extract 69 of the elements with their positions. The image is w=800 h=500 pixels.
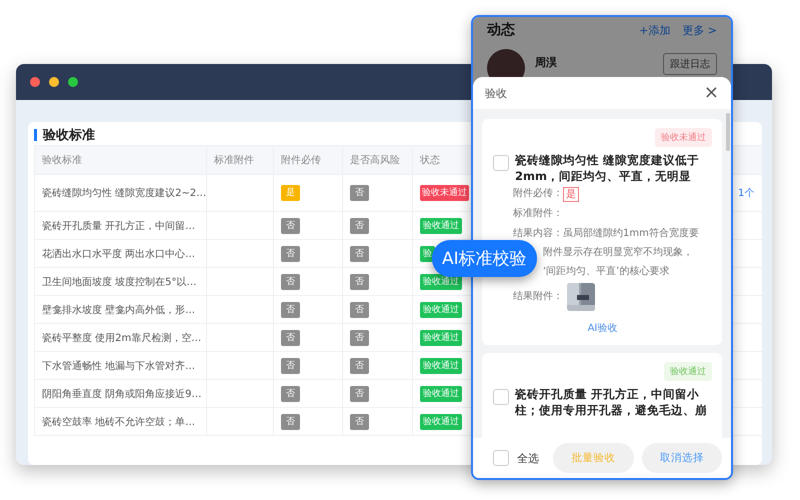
table-cell: 壁龛排水坡度 壁龛内高外低，形… bbox=[34, 296, 206, 324]
column-header: 标准附件 bbox=[206, 146, 274, 174]
yes-no-tag: 否 bbox=[281, 330, 300, 346]
checkbox[interactable] bbox=[493, 450, 509, 466]
yes-no-tag: 否 bbox=[350, 246, 369, 262]
status-tag: 验收未通过 bbox=[420, 185, 469, 201]
close-dot[interactable] bbox=[30, 77, 40, 87]
yes-no-tag: 否 bbox=[281, 386, 300, 402]
table-cell: 卫生间地面坡度 坡度控制在5°以… bbox=[34, 268, 206, 296]
column-header: 是否高风险 bbox=[342, 146, 412, 174]
field-label: 附件必传： bbox=[513, 186, 563, 201]
yes-no-tag: 否 bbox=[350, 358, 369, 374]
table-cell: 下水管通畅性 地漏与下水管对齐… bbox=[34, 352, 206, 380]
sheet-title: 验收 bbox=[485, 86, 508, 100]
field-label: 结果附件： bbox=[513, 290, 563, 304]
select-all-label[interactable]: 全选 bbox=[517, 450, 539, 466]
result-text: ‘间距均匀、平直’的核心要求 bbox=[543, 266, 670, 277]
status-tag: 验收通过 bbox=[664, 362, 712, 381]
column-header: 验收标准 bbox=[34, 146, 206, 174]
section-title: 验收标准 bbox=[43, 127, 95, 144]
column-header: 附件必传 bbox=[274, 146, 342, 174]
table-cell: 1个 bbox=[738, 188, 754, 199]
scrollbar-thumb[interactable] bbox=[726, 113, 730, 151]
table-cell: 瓷砖空鼓率 地砖不允许空鼓；单… bbox=[34, 408, 206, 436]
yes-no-tag: 否 bbox=[281, 302, 300, 318]
table-cell: 花洒出水口水平度 两出水口中心… bbox=[34, 240, 206, 268]
status-tag: 验收通过 bbox=[420, 218, 462, 234]
cancel-selection-button[interactable]: 取消选择 bbox=[642, 443, 722, 473]
more-link[interactable]: 更多 > bbox=[682, 22, 717, 38]
table-cell: 阴阳角垂直度 阴角或阳角应接近9… bbox=[34, 380, 206, 408]
status-tag: 验收通过 bbox=[420, 302, 462, 318]
checkbox[interactable] bbox=[493, 389, 509, 405]
field-label: 标准附件： bbox=[513, 206, 564, 221]
status-tag: 验收通过 bbox=[420, 386, 462, 402]
yes-no-tag: 否 bbox=[281, 274, 300, 290]
status-tag: 验收通过 bbox=[420, 358, 462, 374]
table-cell: 瓷砖平整度 使用2m靠尺检测，空… bbox=[34, 324, 206, 352]
yes-no-tag: 否 bbox=[281, 414, 300, 430]
yes-no-tag: 否 bbox=[350, 330, 369, 346]
yes-no-tag: 否 bbox=[350, 185, 369, 201]
yes-no-tag: 否 bbox=[281, 218, 300, 234]
result-text: 结果内容：虽局部缝隙约1mm符合宽度要 bbox=[513, 228, 699, 239]
checkbox[interactable] bbox=[493, 155, 509, 171]
feed-title: 动态 bbox=[487, 21, 516, 39]
close-button[interactable]: × bbox=[704, 84, 719, 102]
yes-no-tag: 否 bbox=[350, 386, 369, 402]
yes-no-tag: 否 bbox=[350, 274, 369, 290]
table-cell: 瓷砖开孔质量 开孔方正，中间留… bbox=[34, 212, 206, 240]
ai-check-link[interactable]: AI验收 bbox=[493, 321, 712, 335]
status-tag: 验收通过 bbox=[420, 330, 462, 346]
title-accent bbox=[34, 129, 37, 141]
follow-log-button[interactable]: 跟进日志 bbox=[663, 53, 717, 75]
yes-no-tag: 是 bbox=[281, 185, 300, 201]
yes-no-tag: 否 bbox=[350, 302, 369, 318]
yes-no-tag: 否 bbox=[281, 246, 300, 262]
add-link[interactable]: +添加 bbox=[639, 22, 670, 38]
yes-no-tag: 否 bbox=[350, 218, 369, 234]
zoom-dot[interactable] bbox=[68, 77, 78, 87]
required-tag: 是 bbox=[563, 186, 579, 202]
yes-no-tag: 否 bbox=[281, 358, 300, 374]
status-tag: 验收未通过 bbox=[655, 128, 712, 147]
table-cell: 瓷砖缝隙均匀性 缝隙宽度建议2~2… bbox=[34, 174, 206, 212]
user-name: 周淏 bbox=[535, 55, 558, 70]
item-title: 瓷砖开孔质量 开孔方正，中间留小柱；使用专用开孔器，避免毛边、崩 bbox=[515, 386, 708, 418]
minimize-dot[interactable] bbox=[49, 77, 59, 87]
yes-no-tag: 否 bbox=[350, 414, 369, 430]
floating-label: AI标准校验 bbox=[432, 240, 537, 277]
status-tag: 验收通过 bbox=[420, 414, 462, 430]
result-text: 附件显示存在明显宽窄不均现象， bbox=[543, 247, 693, 258]
